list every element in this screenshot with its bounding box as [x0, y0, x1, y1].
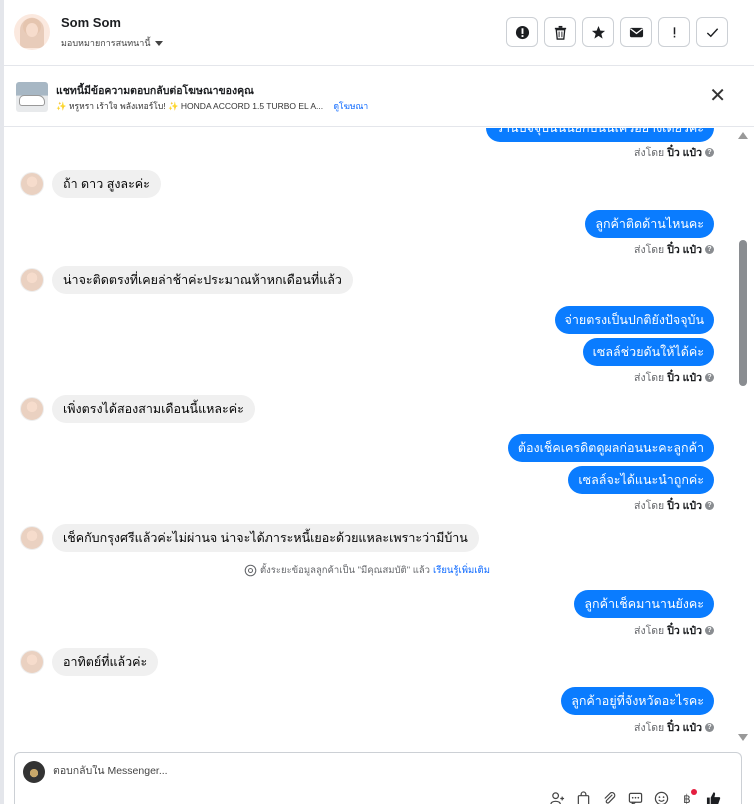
check-icon	[706, 27, 718, 37]
outgoing-message: ต้องเช็คเครดิตดูผลก่อนนะคะลูกค้า	[507, 434, 714, 462]
help-icon[interactable]: ?	[705, 373, 714, 382]
conversation-panel: Som Som มอบหมายการสนทนานี้ แชทนี้มีข้อคว…	[0, 0, 754, 804]
contact-avatar-small[interactable]	[20, 172, 44, 196]
shopping-bag-icon[interactable]	[575, 791, 591, 804]
message-composer: ฿	[14, 752, 742, 804]
outgoing-message: เซลล์จะได้แนะนำถูกค่ะ	[568, 466, 714, 494]
learn-more-link[interactable]: เรียนรู้เพิ่มเติม	[433, 563, 490, 578]
system-notice-text: ตั้งระยะข้อมูลลูกค้าเป็น "มีคุณสมบัติ" แ…	[260, 565, 430, 576]
ad-reply-banner: แชทนี้มีข้อความตอบกลับต่อโฆษณาของคุณ ✨ ห…	[4, 67, 754, 127]
trash-icon	[554, 25, 566, 40]
sender-name: ปิ๋ว แป๋ว	[667, 372, 702, 384]
contact-avatar[interactable]	[14, 14, 50, 50]
add-contact-icon[interactable]	[549, 791, 565, 804]
close-icon[interactable]: ✕	[709, 86, 726, 106]
page-avatar	[23, 761, 45, 783]
caret-down-icon	[154, 40, 163, 46]
chat-scrollbar[interactable]	[736, 128, 750, 750]
sent-by-label: ส่งโดย ปิ๋ว แป๋ว?	[634, 369, 714, 386]
incoming-message: อาทิตย์ที่แล้วค่ะ	[52, 648, 159, 676]
incoming-message: เช็คกับกรุงศรีแล้วค่ะไม่ผ่านจ น่าจะได้ภา…	[52, 524, 479, 552]
contact-avatar-small[interactable]	[20, 650, 44, 674]
saved-replies-icon[interactable]	[627, 791, 643, 804]
sent-by-label: ส่งโดย ปิ๋ว แป๋ว?	[634, 241, 714, 258]
contact-avatar-small[interactable]	[20, 268, 44, 292]
sent-by-label: ส่งโดย ปิ๋ว แป๋ว?	[634, 497, 714, 514]
payment-icon[interactable]: ฿	[679, 789, 697, 804]
outgoing-message: ลูกค้าอยู่ที่จังหวัดอะไรคะ	[561, 687, 714, 715]
assign-conversation-dropdown[interactable]: มอบหมายการสนทนานี้	[61, 36, 163, 50]
exclamation-icon	[673, 26, 675, 37]
outgoing-message: จ่ายตรงเป็นปกติยังปัจจุบัน	[554, 306, 714, 334]
ad-thumbnail[interactable]	[16, 82, 48, 112]
sent-by-label: ส่งโดย ปิ๋ว แป๋ว?	[634, 719, 714, 736]
help-icon[interactable]: ?	[705, 245, 714, 254]
incoming-message-row: อาทิตย์ที่แล้วค่ะ	[20, 648, 159, 676]
contact-name[interactable]: Som Som	[61, 15, 121, 30]
sent-by-prefix: ส่งโดย	[634, 244, 665, 256]
envelope-icon	[629, 27, 643, 37]
attachment-icon[interactable]	[601, 791, 617, 804]
sender-name: ปิ๋ว แป๋ว	[667, 500, 702, 512]
incoming-message-row: ถ้า ดาว สูงละค่ะ	[20, 170, 161, 198]
outgoing-message: เซลล์ช่วยดันให้ได้ค่ะ	[582, 338, 714, 366]
help-icon[interactable]: ?	[705, 626, 714, 635]
sent-by-prefix: ส่งโดย	[634, 722, 665, 734]
scrollbar-thumb[interactable]	[739, 240, 747, 386]
incoming-message-row: เช็คกับกรุงศรีแล้วค่ะไม่ผ่านจ น่าจะได้ภา…	[20, 524, 479, 552]
sent-by-prefix: ส่งโดย	[634, 625, 665, 637]
sender-name: ปิ๋ว แป๋ว	[667, 244, 702, 256]
notification-dot	[691, 789, 697, 795]
banner-title: แชทนี้มีข้อความตอบกลับต่อโฆษณาของคุณ	[56, 85, 254, 97]
sender-name: ปิ๋ว แป๋ว	[667, 625, 702, 637]
sent-by-prefix: ส่งโดย	[634, 500, 665, 512]
ad-text: ✨ หรูหรา เร้าใจ พลังเทอร์โบ! ✨ HONDA ACC…	[56, 101, 324, 111]
thumbs-up-icon[interactable]	[705, 791, 721, 804]
reply-input[interactable]	[53, 765, 453, 777]
star-icon	[591, 25, 605, 39]
outgoing-message: ลูกค้าเช็คมานานยังคะ	[574, 590, 714, 618]
conversation-header: Som Som มอบหมายการสนทนานี้	[4, 0, 754, 66]
emoji-icon[interactable]	[653, 791, 669, 804]
help-icon[interactable]: ?	[705, 723, 714, 732]
sender-name: ปิ๋ว แป๋ว	[667, 722, 702, 734]
header-toolbar	[506, 17, 728, 47]
contact-avatar-small[interactable]	[20, 397, 44, 421]
star-button[interactable]	[582, 17, 614, 47]
incoming-message: เพิ่งตรงได้สองสามเดือนนี้แหละค่ะ	[52, 395, 255, 423]
help-icon[interactable]: ?	[705, 148, 714, 157]
sent-by-prefix: ส่งโดย	[634, 147, 665, 159]
mark-unread-button[interactable]	[620, 17, 652, 47]
sent-by-label: ส่งโดย ปิ๋ว แป๋ว?	[634, 144, 714, 161]
contact-avatar-small[interactable]	[20, 526, 44, 550]
outgoing-message: วานปจจุบนนนยกบนนเควอยางเดยวคะ	[485, 128, 714, 142]
sender-name: ปิ๋ว แป๋ว	[667, 147, 702, 159]
assign-label: มอบหมายการสนทนานี้	[61, 38, 151, 48]
follow-up-button[interactable]	[658, 17, 690, 47]
view-ad-link[interactable]: ดูโฆษณา	[333, 101, 368, 111]
incoming-message: ถ้า ดาว สูงละค่ะ	[52, 170, 161, 198]
sent-by-label: ส่งโดย ปิ๋ว แป๋ว?	[634, 622, 714, 639]
outgoing-message: ลูกค้าติดด้านไหนคะ	[585, 210, 714, 238]
banner-subtitle: ✨ หรูหรา เร้าใจ พลังเทอร์โบ! ✨ HONDA ACC…	[56, 99, 368, 113]
system-notice: ตั้งระยะข้อมูลลูกค้าเป็น "มีคุณสมบัติ" แ…	[244, 563, 490, 578]
scroll-down-arrow-icon[interactable]	[738, 734, 748, 741]
incoming-message-row: เพิ่งตรงได้สองสามเดือนนี้แหละค่ะ	[20, 395, 255, 423]
lead-stage-icon	[244, 564, 257, 577]
incoming-message: น่าจะติดตรงที่เคยล่าช้าค่ะประมาณห้าหกเดื…	[52, 266, 353, 294]
delete-button[interactable]	[544, 17, 576, 47]
sent-by-prefix: ส่งโดย	[634, 372, 665, 384]
alert-circle-icon	[515, 25, 529, 39]
help-icon[interactable]: ?	[705, 501, 714, 510]
composer-tools: ฿	[549, 789, 721, 804]
report-spam-button[interactable]	[506, 17, 538, 47]
mark-done-button[interactable]	[696, 17, 728, 47]
incoming-message-row: น่าจะติดตรงที่เคยล่าช้าค่ะประมาณห้าหกเดื…	[20, 266, 353, 294]
scroll-up-arrow-icon[interactable]	[738, 132, 748, 139]
message-list: วานปจจุบนนนยกบนนเควอยางเดยวคะ ส่งโดย ปิ๋ว…	[4, 128, 736, 750]
